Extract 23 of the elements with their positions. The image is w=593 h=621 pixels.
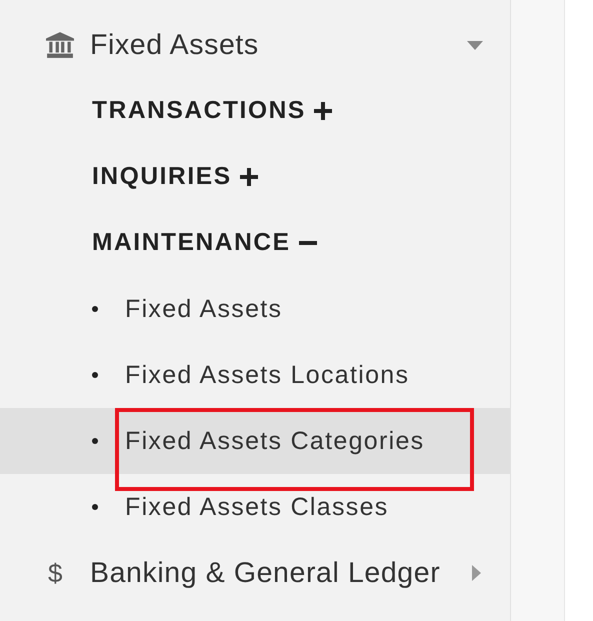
bullet-icon: [92, 504, 98, 510]
section-toggle[interactable]: MAINTENANCE: [92, 229, 291, 257]
menu-item[interactable]: Fixed Assets Classes: [0, 474, 510, 540]
bullet-icon: [92, 438, 98, 444]
bank-icon: [46, 32, 74, 58]
module-label: Fixed Assets: [90, 28, 259, 62]
section-toggle[interactable]: INQUIRIES: [92, 163, 232, 191]
module-item[interactable]: $ Banking & General Ledger: [0, 540, 510, 606]
module-label: Banking & General Ledger: [90, 556, 440, 590]
menu-item[interactable]: Fixed Assets Categories: [0, 408, 510, 474]
plus-icon[interactable]: [240, 168, 258, 186]
module-item[interactable]: Fixed Assets: [0, 12, 510, 78]
plus-icon[interactable]: [314, 102, 332, 120]
menu-item-label: Fixed Assets Locations: [125, 360, 410, 390]
bullet-icon: [92, 372, 98, 378]
section-toggle[interactable]: TRANSACTIONS: [92, 97, 306, 125]
bullet-icon: [92, 306, 98, 312]
menu-item-label: Fixed Assets: [125, 294, 282, 324]
menu-item[interactable]: Fixed Assets: [0, 276, 510, 342]
menu-item[interactable]: Fixed Assets Locations: [0, 342, 510, 408]
menu-item-label: Fixed Assets Categories: [125, 426, 424, 456]
menu-item-label: Fixed Assets Classes: [125, 492, 389, 522]
dollar-icon: $: [48, 558, 62, 588]
